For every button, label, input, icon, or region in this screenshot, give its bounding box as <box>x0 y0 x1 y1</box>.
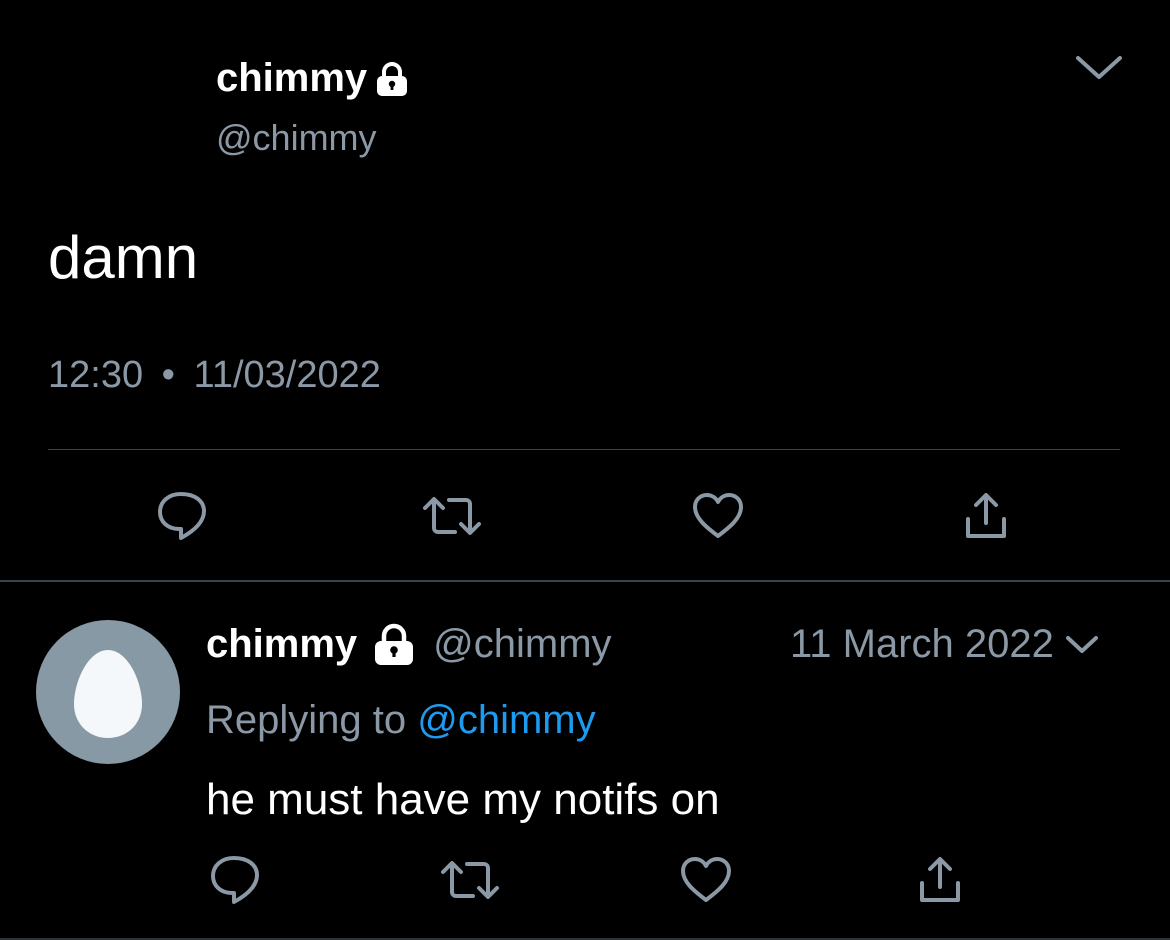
share-button[interactable] <box>956 486 1016 546</box>
lock-icon <box>373 61 411 97</box>
share-icon <box>966 493 1006 538</box>
replying-prefix: Replying to <box>206 698 407 742</box>
meta-separator: • <box>161 354 175 396</box>
main-handle[interactable]: @chimmy <box>216 116 377 160</box>
like-button[interactable] <box>688 486 748 546</box>
retweet-icon <box>441 861 499 899</box>
like-icon <box>693 493 743 538</box>
main-date: 11/03/2022 <box>193 354 381 396</box>
like-button[interactable] <box>676 850 736 910</box>
chevron-down-icon[interactable] <box>1064 631 1100 657</box>
replying-to: Replying to @chimmy <box>206 696 596 744</box>
replying-handle-link[interactable]: @chimmy <box>417 698 595 742</box>
reply-icon <box>158 492 206 540</box>
main-tweet-timestamp: 12:30 • 11/03/2022 <box>48 352 381 398</box>
divider <box>0 580 1170 582</box>
main-time: 12:30 <box>48 354 144 396</box>
share-button[interactable] <box>910 850 970 910</box>
reply-button[interactable] <box>152 486 212 546</box>
reply-date: 11 March 2022 <box>790 620 1100 668</box>
reply-button[interactable] <box>205 850 265 910</box>
reply-date-text: 11 March 2022 <box>790 622 1054 666</box>
main-tweet-author[interactable]: chimmy <box>216 54 411 102</box>
reply-text: he must have my notifs on <box>206 775 720 824</box>
like-icon <box>681 857 731 902</box>
retweet-button[interactable] <box>440 850 500 910</box>
lock-icon <box>371 622 417 666</box>
share-icon <box>920 857 960 902</box>
reply-display-name[interactable]: chimmy <box>206 620 357 668</box>
retweet-button[interactable] <box>422 486 482 546</box>
divider <box>48 449 1120 450</box>
retweet-icon <box>423 497 481 535</box>
default-egg-avatar-icon <box>74 650 142 738</box>
chevron-down-icon[interactable] <box>1074 52 1124 82</box>
reply-icon <box>211 856 259 904</box>
main-tweet-text: damn <box>48 224 199 291</box>
avatar[interactable] <box>36 620 180 764</box>
reply-handle[interactable]: @chimmy <box>433 620 611 668</box>
main-display-name[interactable]: chimmy <box>216 54 367 102</box>
reply-author[interactable]: chimmy @chimmy <box>206 620 612 668</box>
